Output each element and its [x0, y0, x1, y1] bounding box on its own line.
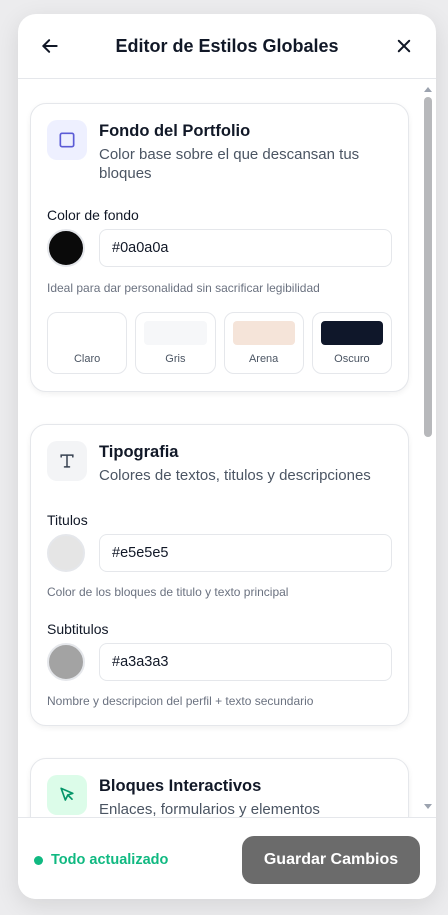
typography-card-header: Tipografia Colores de textos, titulos y …: [47, 441, 392, 501]
preset-arena-chip: [232, 321, 295, 345]
background-color-label: Color de fondo: [47, 207, 139, 223]
preset-arena[interactable]: Arena: [223, 312, 304, 374]
preset-gris[interactable]: Gris: [135, 312, 216, 374]
save-status: Todo actualizado: [34, 852, 168, 868]
preset-oscuro[interactable]: Oscuro: [311, 312, 392, 374]
status-dot-icon: [34, 855, 43, 865]
preset-claro[interactable]: Claro: [47, 312, 128, 374]
titles-color-input[interactable]: [99, 534, 392, 572]
status-text: Todo actualizado: [51, 852, 169, 868]
close-button[interactable]: [392, 34, 416, 58]
typography-icon-tile: [47, 441, 87, 481]
background-icon-tile: [47, 120, 87, 160]
titles-color-swatch[interactable]: [47, 534, 85, 572]
background-color-hint: Ideal para dar personalidad sin sacrific…: [47, 281, 320, 295]
typography-card: Tipografia Colores de textos, titulos y …: [30, 424, 409, 726]
page-title: Editor de Estilos Globales: [115, 35, 339, 56]
background-presets: Claro Gris Arena Oscuro: [47, 312, 392, 374]
interactive-icon-tile: [47, 775, 87, 815]
preset-gris-label: Gris: [165, 353, 186, 365]
preset-oscuro-label: Oscuro: [334, 353, 370, 365]
panel-footer: Todo actualizado Guardar Cambios: [18, 817, 436, 899]
interactive-card-description: Enlaces, formularios y elementos: [99, 801, 320, 817]
preset-gris-chip: [144, 321, 207, 345]
background-card: Fondo del Portfolio Color base sobre el …: [30, 103, 409, 392]
panel-header: Editor de Estilos Globales: [18, 14, 436, 79]
interactive-card: Bloques Interactivos Enlaces, formulario…: [30, 758, 409, 817]
scroll-up-arrow[interactable]: [424, 87, 432, 92]
background-color-input[interactable]: [99, 229, 392, 267]
back-button[interactable]: [38, 34, 62, 58]
close-icon: [397, 39, 411, 53]
settings-scroll-area[interactable]: Fondo del Portfolio Color base sobre el …: [18, 79, 436, 817]
titles-color-label: Titulos: [47, 512, 88, 528]
subtitles-color-hint: Nombre y descripcion del perfil + texto …: [47, 694, 314, 708]
background-card-title: Fondo del Portfolio: [99, 122, 251, 140]
titles-color-hint: Color de los bloques de titulo y texto p…: [47, 585, 289, 599]
arrow-left-icon: [42, 39, 58, 53]
save-changes-button[interactable]: Guardar Cambios: [242, 836, 420, 884]
vertical-scrollbar[interactable]: [420, 79, 436, 817]
text-t-icon: [60, 454, 74, 468]
background-card-description: Color base sobre el que descansan tus bl…: [99, 146, 360, 182]
background-card-header: Fondo del Portfolio Color base sobre el …: [47, 120, 392, 182]
typography-card-description: Colores de textos, titulos y descripcion…: [99, 467, 371, 484]
preset-claro-chip: [56, 321, 119, 345]
subtitles-color-swatch[interactable]: [47, 643, 85, 681]
preset-claro-label: Claro: [73, 353, 101, 365]
interactive-card-header: Bloques Interactivos Enlaces, formulario…: [47, 775, 392, 817]
subtitles-color-input[interactable]: [99, 643, 392, 681]
scroll-down-arrow[interactable]: [424, 804, 432, 809]
background-color-swatch[interactable]: [47, 229, 85, 267]
preset-oscuro-chip: [320, 321, 383, 345]
cursor-arrow-icon: [60, 787, 74, 801]
subtitles-color-label: Subtitulos: [47, 621, 109, 637]
preset-arena-label: Arena: [248, 353, 279, 365]
typography-card-title: Tipografia: [99, 443, 179, 461]
interactive-card-title: Bloques Interactivos: [99, 777, 262, 795]
square-icon: [59, 132, 75, 148]
style-editor-panel: Editor de Estilos Globales Fondo del Por…: [18, 14, 436, 899]
scrollbar-thumb[interactable]: [424, 97, 432, 437]
